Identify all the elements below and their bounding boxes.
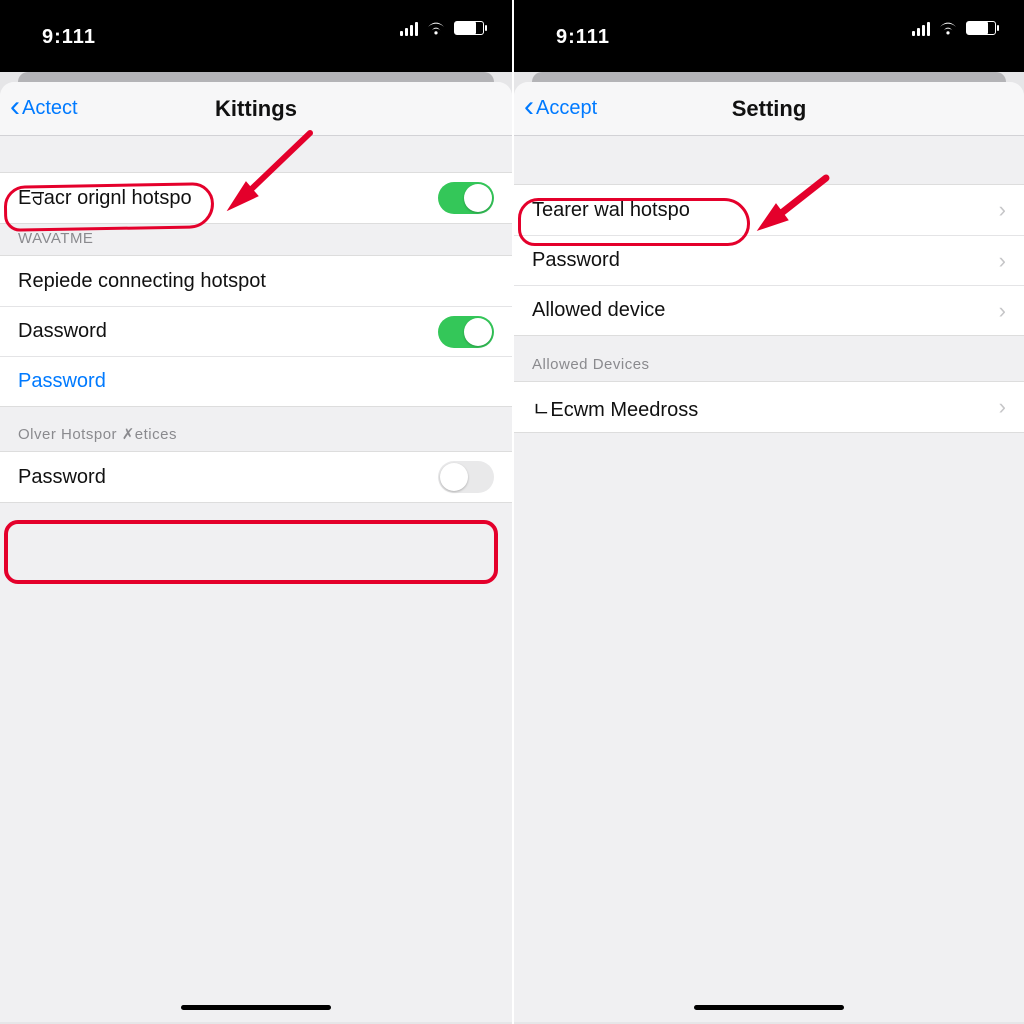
row-label: Eਰacr orignl hotspo: [18, 187, 438, 210]
row-label: Repiede connecting hotspot: [18, 270, 494, 293]
row-allowed-device[interactable]: Allowed device ›: [514, 285, 1024, 335]
home-indicator: [694, 1005, 844, 1010]
chevron-right-icon: ›: [999, 197, 1006, 223]
section-header: Allowed Devices: [514, 336, 1024, 381]
toggle-password[interactable]: [438, 461, 494, 493]
status-bar: 9:111: [514, 0, 1024, 72]
section-header: Olver Hotspor ✗etices: [0, 407, 512, 451]
nav-bar: ‹ Actect Kittings: [0, 82, 512, 136]
row-device[interactable]: ㄴEcwm Meedross ›: [514, 382, 1024, 432]
row-label: Password: [532, 249, 999, 272]
phone-right: 9:111 ‹ Accept Setting Tearer wal hotspo: [512, 0, 1024, 1024]
wifi-icon: [426, 20, 446, 36]
row-label: Tearer wal hotspo: [532, 199, 999, 222]
row-label: Dassword: [18, 320, 438, 343]
wifi-icon: [938, 20, 958, 36]
chevron-right-icon: ›: [999, 394, 1006, 420]
row-enable-hotspot[interactable]: Eਰacr orignl hotspo: [0, 173, 512, 223]
nav-bar: ‹ Accept Setting: [514, 82, 1024, 136]
row-password[interactable]: Password ›: [514, 235, 1024, 285]
row-label: Password: [18, 370, 494, 393]
back-button[interactable]: ‹ Accept: [514, 97, 597, 120]
battery-icon: [454, 21, 484, 35]
chevron-right-icon: ›: [999, 248, 1006, 274]
section-header: WAVATME: [0, 224, 512, 255]
row-label: ㄴEcwm Meedross: [532, 393, 999, 422]
battery-icon: [966, 21, 996, 35]
back-label: Actect: [22, 97, 78, 120]
status-indicators: [912, 20, 996, 36]
status-time: 9:111: [556, 26, 610, 49]
row-connecting-hotspot[interactable]: Repiede connecting hotspot: [0, 256, 512, 306]
settings-sheet: ‹ Actect Kittings Eਰacr orignl hotspo WA…: [0, 82, 512, 1022]
phone-left: 9:111 ‹ Actect Kittings Eਰacr orignl hot…: [0, 0, 512, 1024]
row-password-toggle[interactable]: Password: [0, 452, 512, 502]
back-button[interactable]: ‹ Actect: [0, 97, 78, 120]
cellular-signal-icon: [400, 20, 418, 36]
status-indicators: [400, 20, 484, 36]
cellular-signal-icon: [912, 20, 930, 36]
status-bar: 9:111: [0, 0, 512, 72]
row-hotspot[interactable]: Tearer wal hotspo ›: [514, 185, 1024, 235]
chevron-right-icon: ›: [999, 298, 1006, 324]
row-password-link[interactable]: Password: [0, 356, 512, 406]
toggle-hotspot[interactable]: [438, 182, 494, 214]
settings-sheet: ‹ Accept Setting Tearer wal hotspo › Pas…: [514, 82, 1024, 1022]
home-indicator: [181, 1005, 331, 1010]
row-label: Allowed device: [532, 299, 999, 322]
row-label: Password: [18, 466, 438, 489]
toggle-dassword[interactable]: [438, 316, 494, 348]
back-label: Accept: [536, 97, 597, 120]
row-dassword[interactable]: Dassword: [0, 306, 512, 356]
status-time: 9:111: [42, 26, 96, 49]
